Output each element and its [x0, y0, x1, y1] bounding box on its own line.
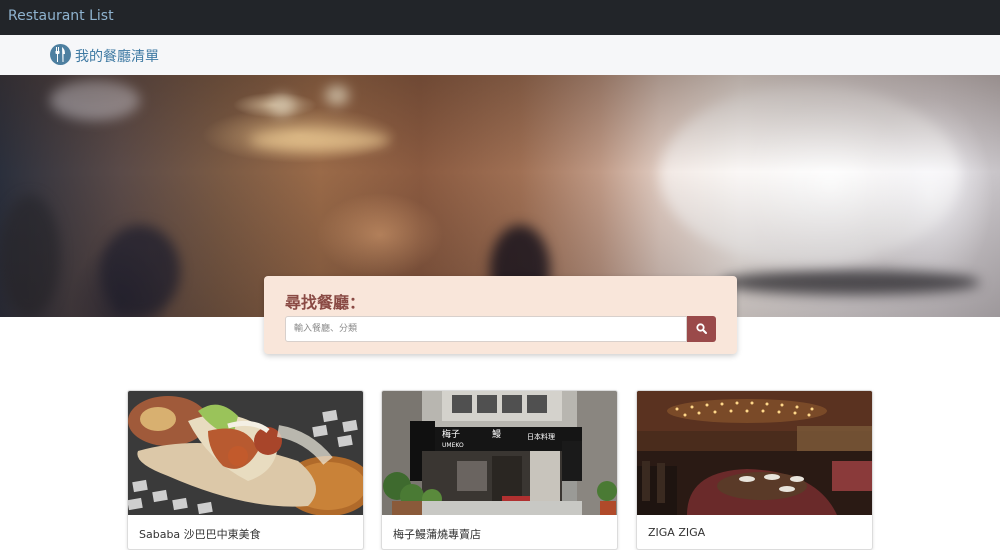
restaurant-photo-sababa: [128, 391, 363, 515]
restaurant-card[interactable]: 梅子 UMEKO 鰻 日本料理 梅子鰻蒲燒專賣店: [381, 390, 618, 550]
restaurant-photo-umeko: 梅子 UMEKO 鰻 日本料理: [382, 391, 617, 515]
umeko-sign-eel: 鰻: [492, 428, 501, 440]
page-header: 我的餐廳清單: [0, 35, 1000, 75]
page-title: 我的餐廳清單: [75, 49, 159, 65]
navbar: Restaurant List: [0, 0, 1000, 35]
restaurant-name[interactable]: Sababa 沙巴巴中東美食: [139, 526, 261, 542]
search-heading: 尋找餐廳：: [285, 293, 366, 312]
restaurant-photo-ziga: [637, 391, 872, 515]
search-input[interactable]: [285, 316, 687, 342]
restaurant-name[interactable]: ZIGA ZIGA: [648, 526, 705, 539]
umeko-sign-brand: UMEKO: [442, 442, 464, 449]
navbar-brand-link[interactable]: Restaurant List: [8, 8, 114, 24]
search-icon: [696, 323, 707, 334]
umeko-sign-jp: 日本料理: [527, 432, 555, 441]
search-card: 尋找餐廳：: [264, 276, 737, 354]
umeko-sign-main: 梅子: [442, 428, 460, 440]
restaurant-card[interactable]: Sababa 沙巴巴中東美食: [127, 390, 364, 550]
restaurant-card[interactable]: ZIGA ZIGA: [636, 390, 873, 550]
restaurant-name[interactable]: 梅子鰻蒲燒專賣店: [393, 526, 481, 542]
search-button[interactable]: [687, 316, 716, 342]
fork-knife-icon: [50, 44, 71, 65]
